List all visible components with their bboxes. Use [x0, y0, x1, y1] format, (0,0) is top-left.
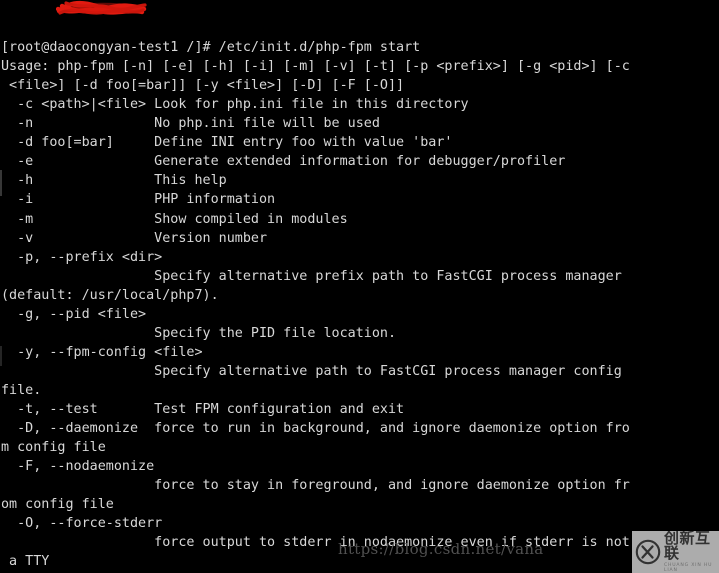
terminal-output-line: -e Generate extended information for deb… — [1, 154, 566, 170]
terminal-output-line: -p, --prefix <dir> — [1, 249, 163, 265]
terminal-prompt-line: [root@daocongyan-test1 /]# /etc/init.d/p… — [1, 40, 421, 56]
terminal-output-line: -h This help — [1, 173, 227, 189]
terminal-output-line: om config file — [1, 497, 114, 513]
terminal-output-line: -n No php.ini file will be used — [1, 116, 380, 132]
terminal-output-line: -D, --daemonize force to run in backgrou… — [1, 421, 630, 437]
terminal-output-line: -y, --fpm-config <file> — [1, 344, 203, 360]
terminal-output-line: -c <path>|<file> Look for php.ini file i… — [1, 97, 469, 113]
terminal-output-line: Specify alternative prefix path to FastC… — [1, 268, 622, 284]
terminal-window[interactable]: [root@daocongyan-test1 /]# /etc/init.d/p… — [0, 0, 719, 573]
terminal-output-line: -g, --pid <file> — [1, 306, 147, 322]
terminal-output-line: a TTY — [1, 554, 50, 570]
terminal-output-line: Usage: php-fpm [-n] [-e] [-h] [-i] [-m] … — [1, 59, 630, 75]
terminal-output-line: Specify the PID file location. — [1, 325, 397, 341]
terminal-output-line: file. — [1, 382, 42, 398]
terminal-output-line: -m Show compiled in modules — [1, 211, 348, 227]
terminal-output-line: -i PHP information — [1, 192, 276, 208]
terminal-output-line: -d foo[=bar] Define INI entry foo with v… — [1, 135, 453, 151]
terminal-output-line: force output to stderr in nodaemonize ev… — [1, 535, 630, 551]
terminal-output: [root@daocongyan-test1 /]# /etc/init.d/p… — [0, 38, 719, 573]
terminal-output-line: (default: /usr/local/php7). — [1, 287, 219, 303]
terminal-output-line: <file>] [-d foo[=bar]] [-y <file>] [-D] … — [1, 78, 405, 94]
terminal-output-line: force to stay in foreground, and ignore … — [1, 478, 630, 494]
terminal-output-line: -v Version number — [1, 230, 268, 246]
terminal-output-line: -F, --nodaemonize — [1, 459, 155, 475]
terminal-output-line: -t, --test Test FPM configuration and ex… — [1, 401, 405, 417]
terminal-output-line: m config file — [1, 440, 106, 456]
terminal-output-line: -O, --force-stderr — [1, 516, 163, 532]
terminal-output-line: Specify alternative path to FastCGI proc… — [1, 363, 622, 379]
